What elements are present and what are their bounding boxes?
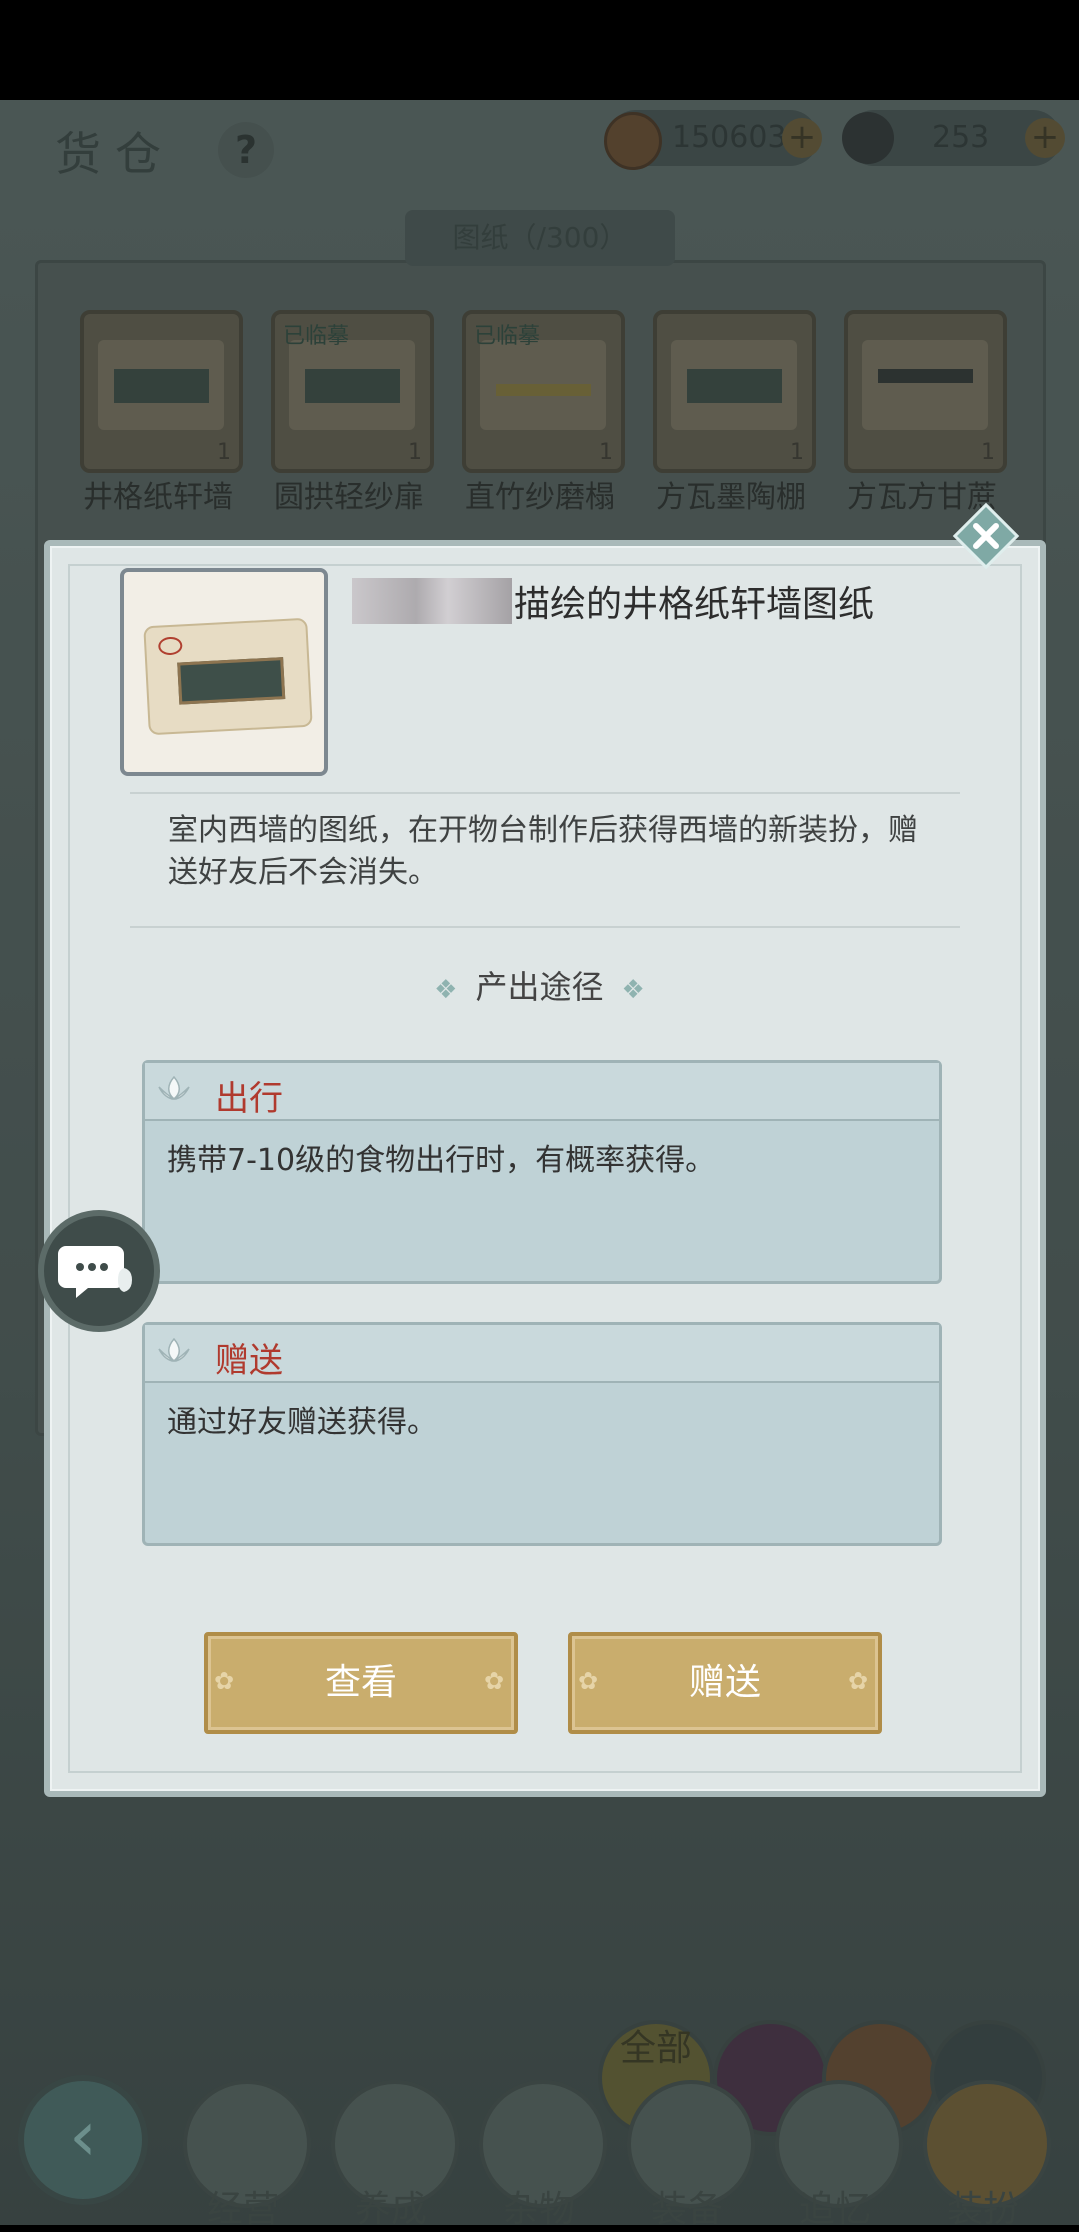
chat-button[interactable]	[38, 1210, 160, 1332]
redacted-player-name	[352, 578, 512, 624]
item-preview	[120, 568, 328, 776]
source-title: 赠送	[215, 1341, 283, 1381]
nav-label: 装扮	[946, 2189, 1019, 2230]
lotus-icon	[158, 1337, 190, 1362]
lotus-icon	[158, 1075, 190, 1100]
source-title: 出行	[215, 1079, 283, 1119]
diamond-ornament-icon: ❖	[434, 975, 458, 1005]
diamond-ornament-icon: ❖	[621, 975, 645, 1005]
source-text: 携带7-10级的食物出行时，有概率获得。	[167, 1143, 716, 1178]
item-description: 室内西墙的图纸，在开物台制作后获得西墙的新装扮，赠送好友后不会消失。	[168, 813, 918, 890]
flower-ornament-icon: ✿	[578, 1667, 599, 1695]
divider	[130, 792, 960, 794]
chat-bubble-icon	[58, 1246, 132, 1298]
source-card-travel: 出行 携带7-10级的食物出行时，有概率获得。	[142, 1060, 942, 1284]
source-card-gift: 赠送 通过好友赠送获得。	[142, 1322, 942, 1546]
nav-label: 养成	[354, 2189, 427, 2230]
view-button[interactable]: ✿ 查看 ✿	[204, 1632, 518, 1734]
close-icon[interactable]	[950, 500, 1022, 572]
source-text: 通过好友赠送获得。	[167, 1405, 437, 1440]
item-title: 描绘的井格纸轩墙图纸	[514, 584, 875, 625]
nav-label: 经营	[206, 2189, 279, 2230]
flower-ornament-icon: ✿	[484, 1667, 505, 1695]
nav-label: 追忆	[798, 2189, 871, 2230]
flower-ornament-icon: ✿	[848, 1667, 869, 1695]
flower-ornament-icon: ✿	[214, 1667, 235, 1695]
blueprint-scroll-icon	[143, 617, 313, 736]
source-section-title: ❖ 产出途径 ❖	[434, 968, 645, 1006]
divider	[130, 926, 960, 928]
back-button[interactable]: ‹	[18, 2075, 148, 2205]
nav-label: 装备	[650, 2189, 723, 2230]
gift-button[interactable]: ✿ 赠送 ✿	[568, 1632, 882, 1734]
nav-label: 杂物	[502, 2189, 575, 2230]
